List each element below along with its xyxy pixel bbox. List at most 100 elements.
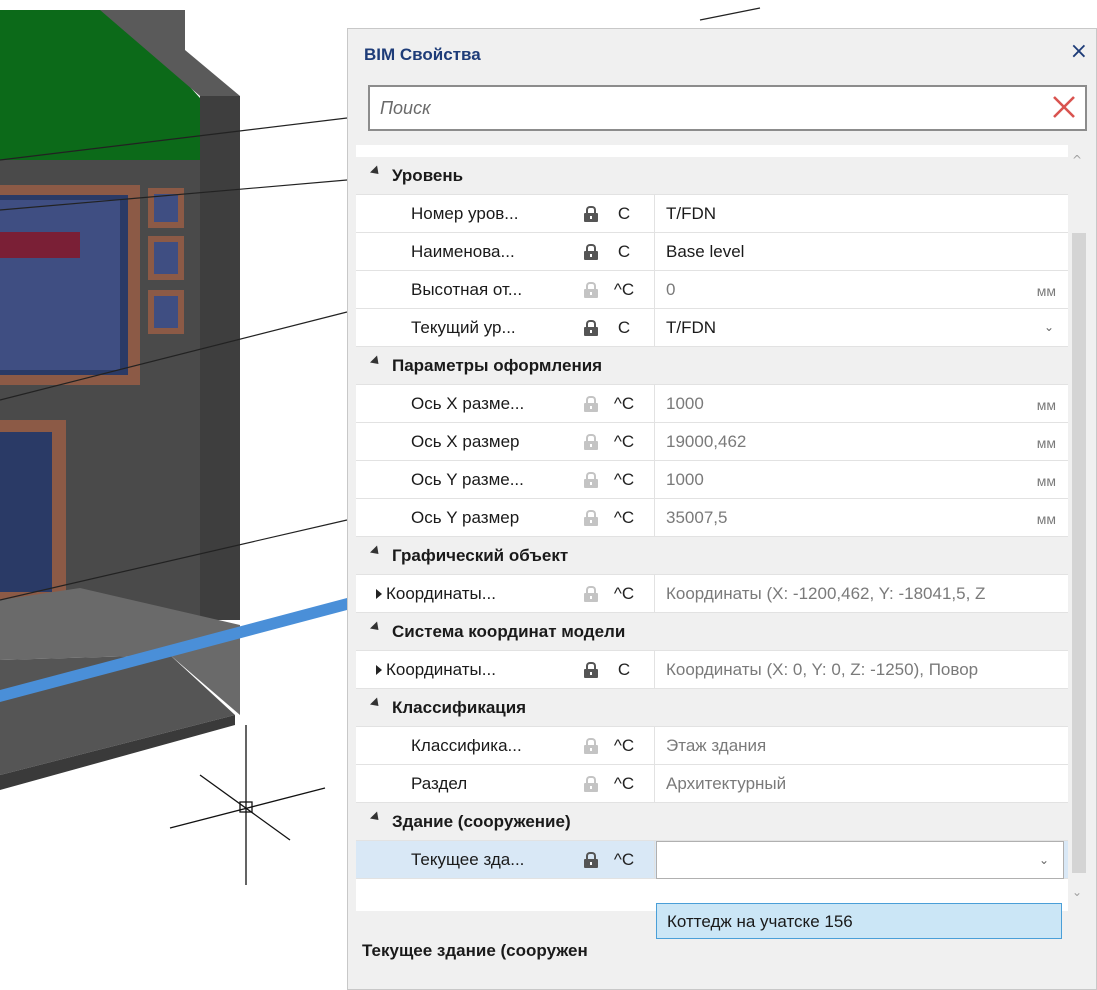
category-row[interactable]: Классификация [356,689,1068,727]
expand-arrow-icon[interactable] [376,665,382,675]
lock-icon [584,320,598,336]
category-name: Параметры оформления [392,356,603,375]
collapse-triangle-icon[interactable] [369,165,383,178]
lock-keyhole [590,482,592,485]
property-mark: ^C [613,736,635,755]
collapse-triangle-icon[interactable] [369,355,383,368]
column-separator [654,575,655,613]
property-mark: ^C [613,432,635,451]
category-row[interactable]: Уровень [356,157,1068,195]
collapse-triangle-icon[interactable] [369,621,383,634]
category-row[interactable]: Система координат модели [356,613,1068,651]
lock-keyhole [590,406,592,409]
lock-keyhole [590,330,592,333]
lock-icon [584,738,598,754]
property-row[interactable]: Номер уров... C T/FDN [356,195,1068,233]
bim-properties-panel: BIM Свойства × Уровень Номер уров... C T/FD… [347,28,1097,990]
crosshair-cursor-icon [169,725,326,885]
clear-search-icon[interactable] [1049,92,1079,122]
property-row[interactable]: Раздел ^C Архитектурный [356,765,1068,803]
property-value[interactable]: T/FDN [666,318,716,338]
expand-arrow-icon[interactable] [376,589,382,599]
dropdown-option-list[interactable]: Коттедж на учатске 156 [656,903,1062,939]
property-row[interactable]: Ось X размер ^C 19000,462 мм [356,423,1068,461]
column-separator [654,195,655,233]
scrollbar-thumb[interactable] [1072,233,1086,873]
column-separator [654,385,655,423]
lock-keyhole [590,254,592,257]
property-value: Этаж здания [666,736,767,755]
property-row[interactable]: Ось X разме... ^C 1000 мм [356,385,1068,423]
property-mark: ^C [613,774,635,793]
property-value: 1000 [666,394,704,413]
collapse-triangle-icon[interactable] [369,545,383,558]
window-small-1-glass [154,194,178,222]
property-name: Ось Y размер [411,508,520,527]
property-value: 35007,5 [666,508,728,527]
category-row[interactable]: Здание (сооружение) [356,803,1068,841]
window-large-inner [0,200,120,370]
window-small-2-glass [154,242,178,274]
scroll-down-icon[interactable]: ⌄ [1072,885,1082,899]
property-row[interactable]: Ось Y размер ^C 35007,5 мм [356,499,1068,537]
property-description: Текущее здание (сооружен [362,941,588,960]
lock-keyhole [590,292,592,295]
property-row[interactable]: Текущее зда... ^C ⌄ [356,841,1068,879]
property-row[interactable]: Координаты... ^C Координаты (X: -1200,462,… [356,575,1068,613]
category-name: Уровень [392,166,464,185]
property-row[interactable]: Высотная от... ^C 0 мм [356,271,1068,309]
property-mark: ^C [613,280,635,299]
search-box[interactable] [368,85,1087,131]
lock-keyhole [590,520,592,523]
property-name: Классифика... [411,736,522,755]
lock-icon [584,776,598,792]
property-name: Координаты... [386,660,496,679]
column-separator [654,841,655,879]
close-icon[interactable]: × [1070,41,1088,63]
lock-icon [584,244,598,260]
panel-title: BIM Свойства [364,45,481,64]
dropdown-field[interactable]: ⌄ [656,841,1064,879]
property-row[interactable]: Наименова... C Base level [356,233,1068,271]
column-separator [654,499,655,537]
dropdown-option[interactable]: Коттедж на учатске 156 [667,912,853,932]
category-name: Здание (сооружение) [392,812,571,831]
property-row[interactable]: Классифика... ^C Этаж здания [356,727,1068,765]
category-name: Система координат модели [392,622,626,641]
window-small-3-glass [154,296,178,328]
scroll-up-icon[interactable]: ^ [1072,153,1082,167]
property-row[interactable]: Ось Y разме... ^C 1000 мм [356,461,1068,499]
property-value: Координаты (X: -1200,462, Y: -18041,5, Z [666,584,986,603]
column-separator [654,651,655,689]
sofa [0,232,80,258]
vertical-scrollbar[interactable]: ^ ⌄ [1068,145,1090,911]
property-grid[interactable]: Уровень Номер уров... C T/FDN Наименова... C B… [356,145,1068,911]
search-input[interactable] [370,87,1040,129]
chevron-down-icon[interactable]: ⌄ [1039,853,1049,867]
property-row[interactable]: Координаты... C Координаты (X: 0, Y: 0, Z:… [356,651,1068,689]
unit-label: мм [1036,435,1056,451]
lock-keyhole [590,672,592,675]
category-row[interactable]: Параметры оформления [356,347,1068,385]
chevron-down-icon[interactable]: ⌄ [1044,320,1054,334]
property-name: Ось X разме... [411,394,525,413]
column-separator [654,461,655,499]
category-row[interactable]: Графический объект [356,537,1068,575]
category-name: Графический объект [392,546,569,565]
lock-keyhole [590,786,592,789]
property-value: Base level [666,242,745,261]
lock-icon [584,472,598,488]
collapse-triangle-icon[interactable] [369,697,383,710]
property-mark: ^C [613,584,635,603]
lock-keyhole [590,444,592,447]
lock-icon [584,206,598,222]
lock-icon [584,396,598,412]
property-name: Текущий ур... [411,318,516,337]
property-mark: C [617,660,631,679]
lock-keyhole [590,748,592,751]
collapse-triangle-icon[interactable] [369,811,383,824]
category-name: Классификация [392,698,527,717]
property-value: T/FDN [666,204,717,223]
property-row[interactable]: Текущий ур... C T/FDN ⌄ [356,309,1068,347]
unit-label: мм [1036,283,1056,299]
